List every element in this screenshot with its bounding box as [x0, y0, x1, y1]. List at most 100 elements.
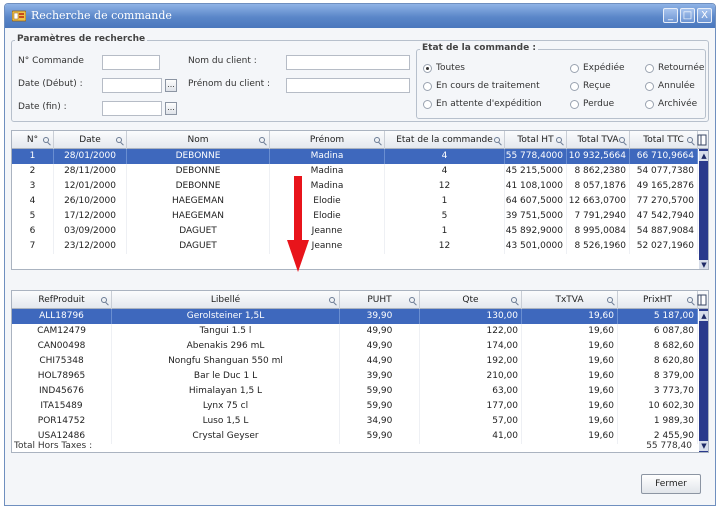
- table-cell: 28/01/2000: [54, 149, 127, 164]
- table-row[interactable]: CAM12479 Tangui 1.5 l 49,90 122,00 19,60 6 08…: [12, 324, 698, 339]
- column-header[interactable]: Etat de la commande: [385, 131, 505, 149]
- table-row[interactable]: CHI75348 Nongfu Shanguan 550 ml 44,90 192,0…: [12, 354, 698, 369]
- table-row[interactable]: POR14752 Luso 1,5 L 34,90 57,00 19,60 1 989,3…: [12, 414, 698, 429]
- table-row[interactable]: 3 12/01/2000 DEBONNE Madina 12 41 108,1000 8 0…: [12, 179, 698, 194]
- column-header[interactable]: TxTVA: [522, 291, 618, 309]
- end-date-picker-button[interactable]: ...: [165, 102, 177, 115]
- close-button[interactable]: X: [697, 8, 712, 23]
- column-chooser-icon[interactable]: [697, 134, 708, 146]
- table-row[interactable]: 2 28/11/2000 DEBONNE Madina 4 45 215,5000 8 86…: [12, 164, 698, 179]
- radio-button[interactable]: [645, 100, 654, 109]
- column-header[interactable]: Date: [54, 131, 127, 149]
- table-cell: 8 526,1960: [567, 239, 630, 254]
- client-firstname-input[interactable]: [286, 78, 410, 93]
- sort-search-icon[interactable]: [511, 297, 517, 303]
- orders-scrollbar[interactable]: ▲ ▼: [699, 149, 708, 269]
- column-header[interactable]: Total HT: [505, 131, 567, 149]
- column-header[interactable]: RefProduit: [12, 291, 112, 309]
- radio-button[interactable]: [570, 64, 579, 73]
- table-row[interactable]: 1 28/01/2000 DEBONNE Madina 4 55 778,4000 10 9…: [12, 149, 698, 164]
- orders-table[interactable]: N° Date Nom Prénom Etat de la commande Total …: [11, 130, 709, 270]
- table-cell: 122,00: [420, 324, 522, 339]
- table-cell: Madina: [270, 149, 385, 164]
- table-cell: 5: [12, 209, 54, 224]
- order-lines-table[interactable]: RefProduit Libellé PUHT Qte TxTVA PrixHT ALL1…: [11, 290, 709, 453]
- radio-button[interactable]: [570, 100, 579, 109]
- table-cell: 34,90: [340, 414, 420, 429]
- table-cell: 43 501,0000: [505, 239, 567, 254]
- order-state-group: Etat de la commande : Toutes En cours de…: [416, 43, 706, 119]
- table-cell: 8 620,80: [618, 354, 698, 369]
- scroll-up-icon[interactable]: ▲: [699, 311, 708, 321]
- column-chooser-icon[interactable]: [697, 294, 708, 306]
- column-header-label: N°: [26, 135, 39, 145]
- column-header-label: Libellé: [210, 295, 241, 305]
- table-row[interactable]: 7 23/12/2000 DAGUET Jeanne 12 43 501,0000 8 52…: [12, 239, 698, 254]
- sort-search-icon[interactable]: [556, 137, 562, 143]
- table-row[interactable]: ALL18796 Gerolsteiner 1,5L 39,90 130,00 19,6…: [12, 309, 698, 324]
- sort-search-icon[interactable]: [259, 137, 265, 143]
- table-cell: 3 773,70: [618, 384, 698, 399]
- radio-button[interactable]: [423, 82, 432, 91]
- table-cell: 8 057,1876: [567, 179, 630, 194]
- order-lines-scrollbar[interactable]: ▲ ▼: [699, 309, 708, 452]
- start-date-input[interactable]: [102, 78, 162, 93]
- sort-search-icon[interactable]: [409, 297, 415, 303]
- column-header[interactable]: Total TTC: [630, 131, 698, 149]
- scroll-down-icon[interactable]: ▼: [699, 260, 708, 269]
- table-row[interactable]: 6 03/09/2000 DAGUET Jeanne 1 45 892,9000 8 995…: [12, 224, 698, 239]
- start-date-picker-button[interactable]: ...: [165, 79, 177, 92]
- radio-label: Reçue: [583, 81, 611, 91]
- scroll-down-icon[interactable]: ▼: [699, 441, 708, 451]
- column-header[interactable]: PUHT: [340, 291, 420, 309]
- radio-button[interactable]: [645, 64, 654, 73]
- scroll-up-icon[interactable]: ▲: [699, 151, 708, 161]
- close-form-button[interactable]: Fermer: [641, 474, 701, 494]
- minimize-button[interactable]: _: [663, 8, 678, 23]
- title-bar[interactable]: Recherche de commande _ □ X: [5, 4, 715, 28]
- order-number-input[interactable]: [102, 55, 160, 70]
- column-header[interactable]: Total TVA: [567, 131, 630, 149]
- radio-label: Annulée: [658, 81, 695, 91]
- table-row[interactable]: ITA15489 Lynx 75 cl 59,90 177,00 19,60 10 602…: [12, 399, 698, 414]
- sort-search-icon[interactable]: [687, 137, 693, 143]
- table-row[interactable]: 4 26/10/2000 HAEGEMAN Elodie 1 64 607,5000 12 …: [12, 194, 698, 209]
- table-cell: 6: [12, 224, 54, 239]
- sort-search-icon[interactable]: [687, 297, 693, 303]
- radio-button[interactable]: [423, 100, 432, 109]
- radio-label: Archivée: [658, 99, 698, 109]
- radio-button[interactable]: [423, 64, 432, 73]
- table-row[interactable]: HOL78965 Bar le Duc 1 L 39,90 210,00 19,60 8 …: [12, 369, 698, 384]
- column-header[interactable]: PrixHT: [618, 291, 698, 309]
- client-lastname-input[interactable]: [286, 55, 410, 70]
- column-header[interactable]: N°: [12, 131, 54, 149]
- column-header[interactable]: Prénom: [270, 131, 385, 149]
- table-cell: 19,60: [522, 399, 618, 414]
- table-cell: 10 932,5664: [567, 149, 630, 164]
- end-date-input[interactable]: [102, 101, 162, 116]
- maximize-button[interactable]: □: [680, 8, 695, 23]
- radio-label: Retournée: [658, 63, 705, 73]
- table-row[interactable]: CAN00498 Abenakis 296 mL 49,90 174,00 19,60 8…: [12, 339, 698, 354]
- radio-button[interactable]: [570, 82, 579, 91]
- sort-search-icon[interactable]: [43, 137, 49, 143]
- table-cell: 54 077,7380: [630, 164, 698, 179]
- table-cell: Himalayan 1,5 L: [112, 384, 340, 399]
- sort-search-icon[interactable]: [494, 137, 500, 143]
- sort-search-icon[interactable]: [116, 137, 122, 143]
- sort-search-icon[interactable]: [101, 297, 107, 303]
- column-header[interactable]: Libellé: [112, 291, 340, 309]
- table-cell: 41 108,1000: [505, 179, 567, 194]
- table-cell: 44,90: [340, 354, 420, 369]
- sort-search-icon[interactable]: [619, 137, 625, 143]
- radio-button[interactable]: [645, 82, 654, 91]
- column-header[interactable]: Qte: [420, 291, 522, 309]
- sort-search-icon[interactable]: [607, 297, 613, 303]
- table-row[interactable]: IND45676 Himalayan 1,5 L 59,90 63,00 19,60 3 …: [12, 384, 698, 399]
- table-row[interactable]: USA12486 Crystal Geyser 59,90 41,00 19,60 2 4…: [12, 429, 698, 444]
- sort-search-icon[interactable]: [329, 297, 335, 303]
- sort-search-icon[interactable]: [374, 137, 380, 143]
- column-header[interactable]: Nom: [127, 131, 270, 149]
- table-cell: POR14752: [12, 414, 112, 429]
- table-row[interactable]: 5 17/12/2000 HAEGEMAN Elodie 5 39 751,5000 7 7…: [12, 209, 698, 224]
